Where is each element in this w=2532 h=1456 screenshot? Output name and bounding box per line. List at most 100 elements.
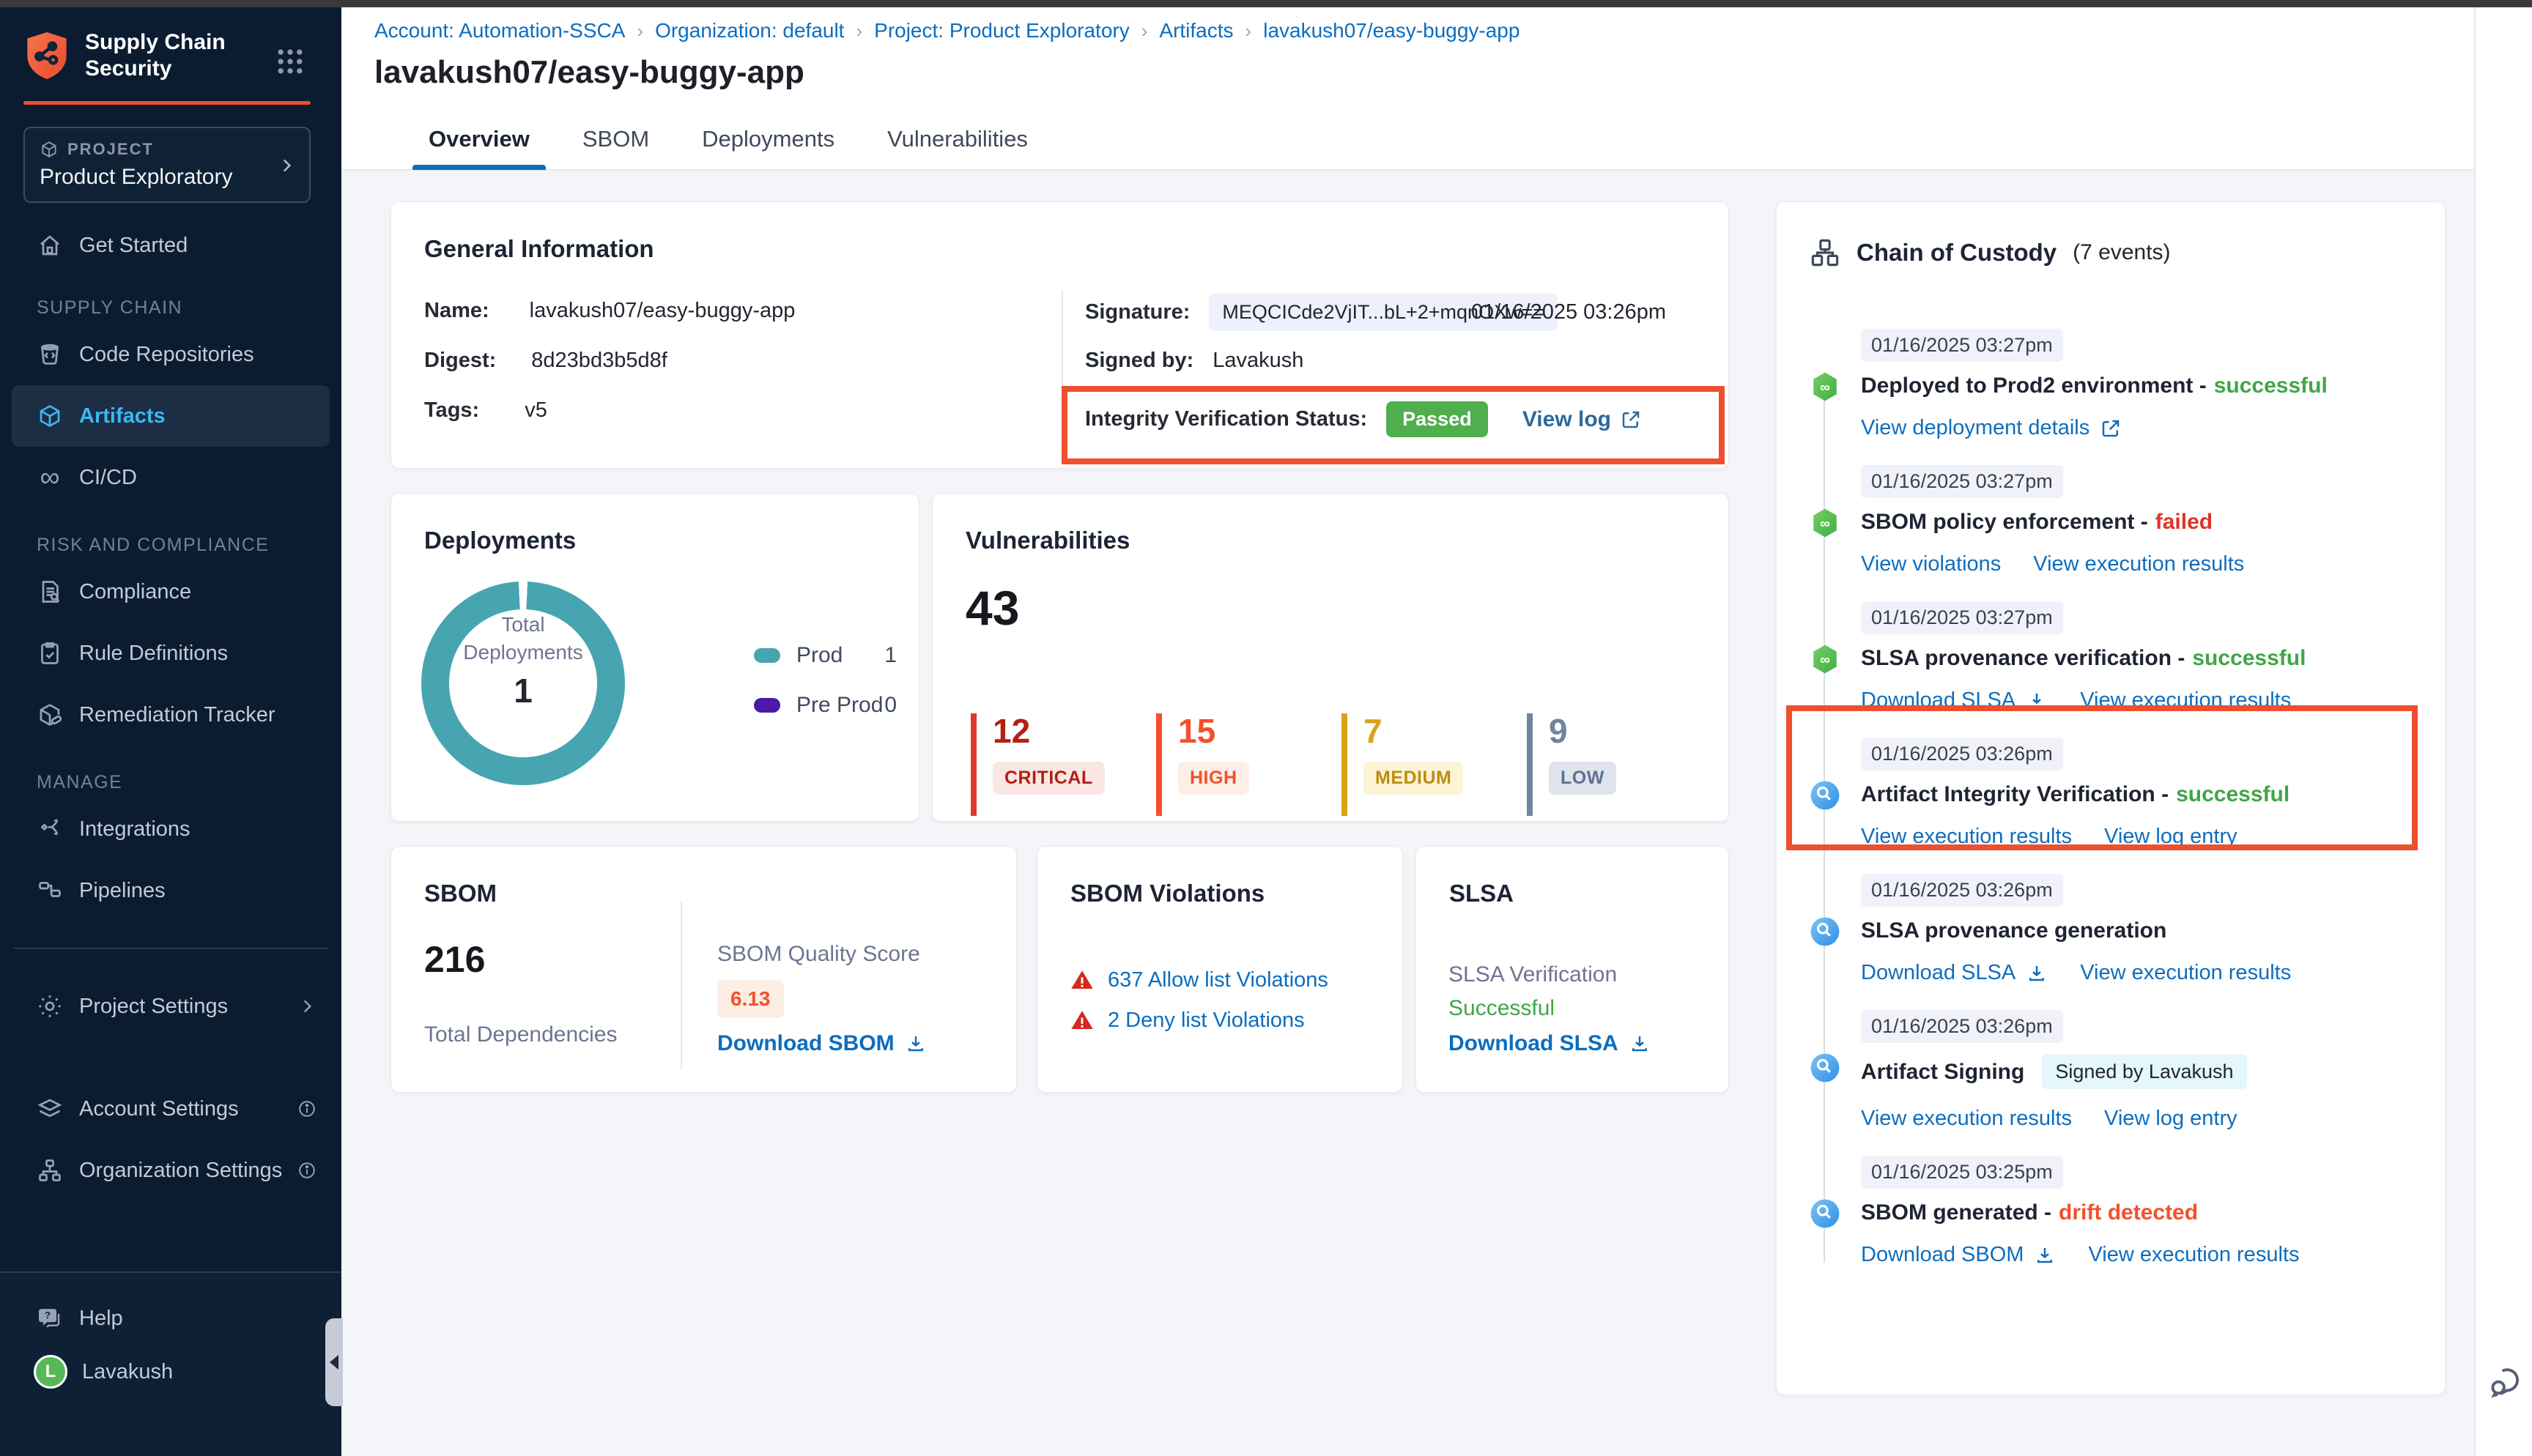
view-execution-results-link[interactable]: View execution results: [2080, 961, 2291, 985]
card-title: General Information: [424, 235, 654, 263]
sidebar-item-remediation-tracker[interactable]: Remediation Tracker: [0, 684, 341, 746]
slsa-verification-label: SLSA Verification: [1448, 962, 1617, 987]
user-menu[interactable]: L Lavakush: [0, 1355, 341, 1389]
coc-event-slsa-verification: ∞ 01/16/2025 03:27pm SLSA provenance ver…: [1810, 601, 2413, 713]
event-status: successful: [2176, 782, 2289, 807]
sidebar-item-integrations[interactable]: Integrations: [0, 798, 341, 860]
chat-bubbles-icon[interactable]: [2487, 1364, 2525, 1402]
cube-icon: [37, 403, 63, 429]
view-execution-results-link[interactable]: View execution results: [2080, 688, 2291, 713]
sidebar-item-rule-definitions[interactable]: Rule Definitions: [0, 623, 341, 684]
card-title: SBOM Violations: [1070, 880, 1265, 907]
sidebar-item-artifacts[interactable]: Artifacts: [12, 385, 330, 447]
layers-gear-icon: [37, 1096, 63, 1122]
sidebar-item-project-settings[interactable]: Project Settings: [0, 976, 341, 1037]
download-slsa-link[interactable]: Download SLSA: [1861, 961, 2048, 985]
view-execution-results-link[interactable]: View execution results: [1861, 825, 2072, 849]
svg-text:∞: ∞: [1820, 516, 1829, 532]
integrations-icon: [37, 816, 63, 842]
svg-text:∞: ∞: [1820, 380, 1829, 395]
sbom-total-label: Total Dependencies: [424, 1022, 618, 1047]
info-icon[interactable]: [297, 1099, 316, 1118]
severity-badge-critical: CRITICAL: [993, 762, 1105, 795]
sidebar: Supply Chain Security PROJECT Product Ex…: [0, 7, 341, 1456]
sidebar-item-pipelines[interactable]: Pipelines: [0, 860, 341, 921]
download-slsa-link[interactable]: Download SLSA: [1861, 688, 2048, 713]
coc-event-sbom-generated: 01/16/2025 03:25pm SBOM generated drift …: [1810, 1156, 2413, 1267]
view-log-link[interactable]: View log: [1522, 407, 1642, 432]
view-deployment-details-link[interactable]: View deployment details: [1861, 416, 2122, 440]
browser-top-strip: [0, 0, 2532, 7]
external-link-icon: [1620, 409, 1642, 431]
help-chat-icon: ?: [37, 1305, 63, 1331]
app-switcher-grid-icon[interactable]: [274, 45, 306, 78]
events-count: (7 events): [2073, 240, 2170, 265]
warning-icon: [1070, 967, 1095, 992]
breadcrumb-current[interactable]: lavakush07/easy-buggy-app: [1263, 19, 1519, 42]
shield-logo-icon: [23, 30, 70, 81]
view-log-entry-link[interactable]: View log entry: [2104, 825, 2237, 849]
document-search-icon: [37, 579, 63, 605]
breadcrumb-organization[interactable]: Organization: default: [655, 19, 844, 42]
signed-by-row: Signed by: Lavakush: [1085, 349, 1303, 373]
total-deployments-value: 1: [421, 671, 625, 710]
view-violations-link[interactable]: View violations: [1861, 552, 2001, 576]
coc-event-slsa-generation: 01/16/2025 03:26pm SLSA provenance gener…: [1810, 874, 2413, 985]
svg-text:∞: ∞: [1820, 653, 1829, 668]
tab-sbom[interactable]: SBOM: [577, 108, 655, 170]
app-logo-row[interactable]: Supply Chain Security: [23, 29, 226, 82]
breadcrumb-artifacts[interactable]: Artifacts: [1159, 19, 1233, 42]
breadcrumb-separator: ›: [1141, 20, 1148, 42]
view-execution-results-link[interactable]: View execution results: [1861, 1107, 2072, 1131]
sidebar-collapse-handle[interactable]: [325, 1318, 343, 1406]
sidebar-item-code-repositories[interactable]: Code Repositories: [0, 324, 341, 385]
legend-item-prod[interactable]: Prod 1: [754, 639, 897, 672]
tags-row: Tags: v5: [424, 398, 547, 423]
donut-center-label: Total Deployments 1: [421, 611, 625, 710]
tab-deployments[interactable]: Deployments: [696, 108, 840, 170]
info-icon[interactable]: [297, 1161, 316, 1180]
breadcrumb: Account: Automation-SSCA › Organization:…: [374, 19, 1519, 42]
sidebar-item-account-settings[interactable]: Account Settings: [0, 1078, 341, 1140]
download-sbom-link[interactable]: Download SBOM: [1861, 1243, 2056, 1267]
sidebar-item-organization-settings[interactable]: Organization Settings: [0, 1140, 341, 1201]
view-execution-results-link[interactable]: View execution results: [2088, 1243, 2299, 1267]
tab-overview[interactable]: Overview: [423, 108, 536, 170]
allow-list-violations-link[interactable]: 637 Allow list Violations: [1108, 968, 1328, 992]
view-execution-results-link[interactable]: View execution results: [2033, 552, 2244, 576]
sidebar-item-compliance[interactable]: Compliance: [0, 561, 341, 623]
breadcrumb-account[interactable]: Account: Automation-SSCA: [374, 19, 625, 42]
avatar: L: [34, 1355, 67, 1389]
legend-item-pre-prod[interactable]: Pre Prod 0: [754, 688, 897, 722]
tab-vulnerabilities[interactable]: Vulnerabilities: [881, 108, 1034, 170]
project-label: PROJECT: [67, 140, 154, 159]
pipeline-hexagon-icon: ∞: [1810, 508, 1840, 538]
pipeline-hexagon-icon: ∞: [1810, 644, 1840, 675]
severity-medium: 7 MEDIUM: [1341, 713, 1517, 816]
scan-circle-icon: [1810, 780, 1840, 811]
coc-event-artifact-signing: 01/16/2025 03:26pm Artifact Signing Sign…: [1810, 1010, 2413, 1131]
right-side-strip: [2474, 7, 2532, 1456]
scan-circle-icon: [1810, 1052, 1840, 1083]
download-sbom-link[interactable]: Download SBOM: [717, 1031, 927, 1056]
sidebar-item-get-started[interactable]: Get Started: [0, 220, 341, 271]
breadcrumb-project[interactable]: Project: Product Exploratory: [874, 19, 1130, 42]
artifact-digest: 8d23bd3b5d8f: [531, 349, 667, 373]
download-icon: [2026, 962, 2048, 984]
divider: [681, 902, 682, 1070]
event-title: SLSA provenance generation: [1861, 918, 2166, 943]
project-label-row: PROJECT: [40, 140, 295, 159]
sbom-violations-card: SBOM Violations 637 Allow list Violation…: [1037, 846, 1403, 1093]
view-log-entry-link[interactable]: View log entry: [2104, 1107, 2237, 1131]
vulnerabilities-card: Vulnerabilities 43 12 CRITICAL 15 HIGH 7…: [932, 493, 1729, 822]
deny-list-violations-link[interactable]: 2 Deny list Violations: [1108, 1009, 1305, 1033]
clipboard-check-icon: [37, 640, 63, 666]
download-slsa-link[interactable]: Download SLSA: [1448, 1031, 1651, 1056]
cube-icon: [40, 140, 59, 159]
event-title: Artifact Integrity Verification: [1861, 782, 2169, 807]
card-title: SLSA: [1449, 880, 1514, 907]
sidebar-item-cicd[interactable]: ∞ CI/CD: [0, 447, 341, 508]
event-title: Artifact Signing: [1861, 1060, 2024, 1085]
sidebar-item-help[interactable]: ? Help: [0, 1289, 341, 1348]
project-selector[interactable]: PROJECT Product Exploratory: [23, 127, 311, 203]
